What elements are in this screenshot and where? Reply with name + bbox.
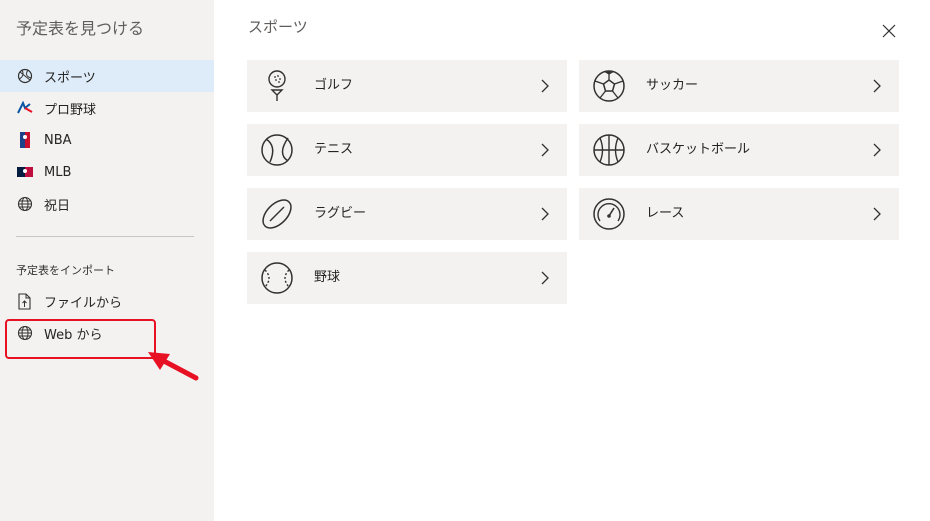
tennis-icon [257, 130, 297, 170]
file-upload-icon [16, 292, 34, 310]
sidebar-item-npb[interactable]: プロ野球 [0, 92, 214, 124]
sidebar-item-holidays[interactable]: 祝日 [0, 188, 214, 220]
sidebar-item-label: 祝日 [44, 198, 71, 214]
tile-tennis[interactable]: テニス [247, 124, 567, 176]
sidebar-item-label: スポーツ [44, 70, 96, 86]
sidebar-item-from-file[interactable]: ファイルから [0, 285, 214, 317]
tile-label: サッカー [646, 78, 699, 93]
nba-logo-icon [16, 131, 34, 149]
find-calendar-dialog: 予定表を見つける スポーツ プロ野球 NBA MLB 祝日 予定表をインポート … [0, 0, 930, 521]
sidebar-title: 予定表を見つける [16, 19, 145, 38]
basketball-icon [589, 130, 629, 170]
tile-racing[interactable]: レース [579, 188, 899, 240]
sidebar-item-label: MLB [44, 164, 72, 180]
racing-gauge-icon [589, 194, 629, 234]
chevron-right-icon [873, 79, 881, 93]
tile-rugby[interactable]: ラグビー [247, 188, 567, 240]
close-icon [882, 24, 896, 38]
sidebar-item-from-web[interactable]: Web から [0, 317, 214, 349]
golf-icon [257, 66, 297, 106]
page-title: スポーツ [248, 18, 308, 36]
globe-icon [16, 324, 34, 342]
sidebar-item-mlb[interactable]: MLB [0, 156, 214, 188]
tile-label: レース [646, 206, 685, 221]
chevron-right-icon [541, 271, 549, 285]
tile-label: ゴルフ [314, 78, 354, 93]
sidebar-item-label: プロ野球 [44, 102, 97, 118]
rugby-icon [257, 194, 297, 234]
sports-ball-icon [16, 67, 34, 85]
tile-label: バスケットボール [646, 142, 751, 157]
import-section-label: 予定表をインポート [16, 264, 115, 277]
sidebar-item-sports[interactable]: スポーツ [0, 60, 214, 92]
sidebar-divider [16, 236, 194, 237]
sidebar-item-label: NBA [44, 132, 72, 148]
tile-golf[interactable]: ゴルフ [247, 60, 567, 112]
npb-logo-icon [16, 99, 34, 117]
globe-icon [16, 195, 34, 213]
tile-label: ラグビー [314, 206, 367, 221]
close-button[interactable] [879, 21, 899, 41]
sidebar-item-label: Web から [44, 327, 103, 343]
sidebar-item-label: ファイルから [44, 295, 123, 311]
chevron-right-icon [541, 207, 549, 221]
chevron-right-icon [541, 79, 549, 93]
chevron-right-icon [873, 207, 881, 221]
mlb-logo-icon [16, 163, 34, 181]
sidebar: 予定表を見つける スポーツ プロ野球 NBA MLB 祝日 予定表をインポート … [0, 0, 214, 521]
chevron-right-icon [873, 143, 881, 157]
tile-basketball[interactable]: バスケットボール [579, 124, 899, 176]
baseball-icon [257, 258, 297, 298]
tile-soccer[interactable]: サッカー [579, 60, 899, 112]
tile-baseball[interactable]: 野球 [247, 252, 567, 304]
tile-label: テニス [314, 142, 354, 157]
tile-label: 野球 [314, 270, 341, 285]
chevron-right-icon [541, 143, 549, 157]
sidebar-item-nba[interactable]: NBA [0, 124, 214, 156]
soccer-icon [589, 66, 629, 106]
